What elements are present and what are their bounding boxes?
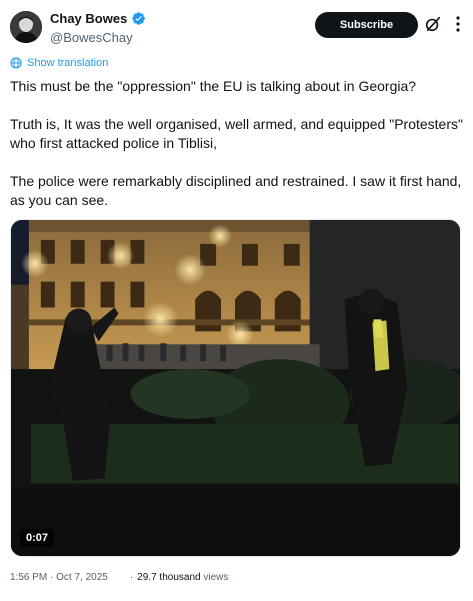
subscribe-button[interactable]: Subscribe xyxy=(315,12,418,38)
tweet-text: This must be the "oppression" the EU is … xyxy=(10,77,465,210)
tweet-line: Truth is, It was the well organised, wel… xyxy=(10,116,463,151)
author-name-row[interactable]: Chay Bowes xyxy=(50,11,146,26)
profile-photo xyxy=(10,11,42,43)
author-display-name[interactable]: Chay Bowes xyxy=(50,11,127,26)
footer-separator: · xyxy=(129,572,134,583)
avatar[interactable] xyxy=(10,11,42,43)
views-count: 29.7 thousand xyxy=(137,572,201,583)
video-frame xyxy=(11,220,460,556)
globe-icon xyxy=(10,57,22,69)
tweet-line: This must be the "oppression" the EU is … xyxy=(10,78,417,94)
more-icon[interactable] xyxy=(450,14,466,34)
verified-badge-icon xyxy=(132,12,146,25)
show-translation-label[interactable]: Show translation xyxy=(27,57,108,69)
show-translation-link[interactable]: Show translation xyxy=(10,57,108,69)
video-player[interactable] xyxy=(10,219,461,557)
views-label: views xyxy=(203,572,229,583)
video-duration-badge: 0:07 xyxy=(20,529,55,547)
tweet-timestamp[interactable]: 1:56 PM · Oct 7, 2025 xyxy=(10,572,108,583)
tweet-line: The police were remarkably disciplined a… xyxy=(10,173,462,208)
tweet-footer: 1:56 PM · Oct 7, 2025 · 29.7 thousand vi… xyxy=(10,572,228,583)
grok-icon[interactable] xyxy=(424,15,442,33)
author-handle[interactable]: @BowesChay xyxy=(50,30,133,45)
